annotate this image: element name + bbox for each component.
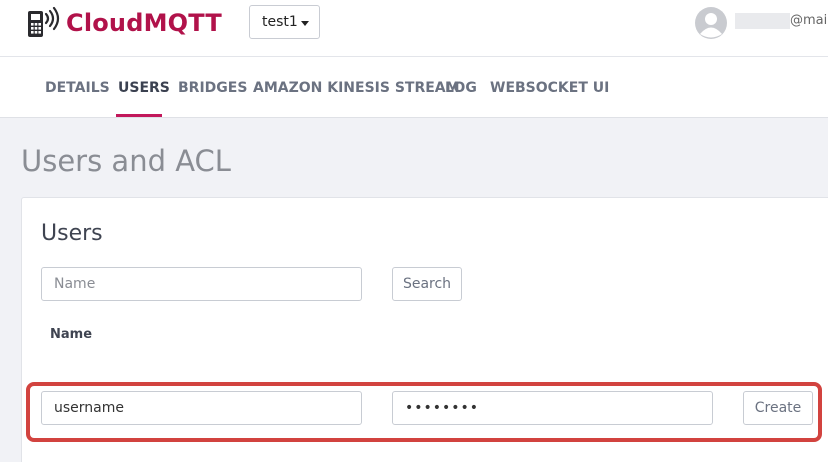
tab-log[interactable]: LOG (445, 80, 477, 96)
brand-name[interactable]: CloudMQTT (66, 9, 222, 37)
tab-bridges[interactable]: BRIDGES (178, 80, 247, 96)
tab-details[interactable]: DETAILS (45, 80, 110, 96)
nav-bottom-border (0, 117, 828, 118)
user-avatar-icon[interactable] (695, 7, 727, 39)
mqtt-device-icon (28, 6, 60, 37)
instance-selected-value: test1 (262, 14, 298, 30)
user-email[interactable]: @mai (790, 13, 827, 28)
instance-dropdown[interactable]: test1 (249, 5, 320, 39)
header-divider (0, 56, 828, 57)
tab-users[interactable]: USERS (118, 80, 170, 96)
tab-websocket-ui[interactable]: WEBSOCKET UI (490, 80, 609, 96)
user-search-input[interactable] (41, 267, 362, 301)
users-card-title: Users (41, 221, 103, 246)
name-column-header: Name (50, 327, 93, 342)
active-tab-indicator (116, 114, 162, 117)
highlight-annotation (26, 382, 822, 442)
page-title: Users and ACL (21, 144, 231, 178)
search-button[interactable]: Search (392, 267, 462, 301)
email-redaction (735, 13, 790, 29)
caret-down-icon (301, 21, 309, 26)
tab-amazon-kinesis-stream[interactable]: AMAZON KINESIS STREAM (253, 80, 460, 96)
